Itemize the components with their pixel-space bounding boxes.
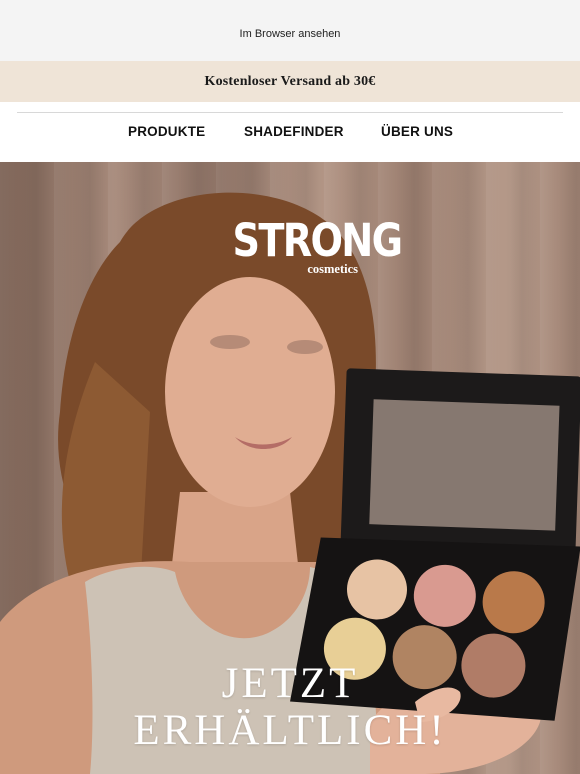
face <box>165 277 335 507</box>
nav-item-shadefinder[interactable]: SHADEFINDER <box>244 124 344 139</box>
hero-banner[interactable]: STRONG cosmetics JETZT ERHÄLTLICH! <box>0 162 580 774</box>
headline-line-2: ERHÄLTLICH! <box>133 707 447 754</box>
palette-mirror <box>369 399 560 531</box>
nav-item-ueber-uns[interactable]: ÜBER UNS <box>381 124 453 139</box>
brand-wordmark: STRONG <box>232 214 404 267</box>
headline-line-1: JETZT <box>221 660 359 707</box>
main-nav: PRODUKTE SHADEFINDER ÜBER UNS <box>0 102 580 162</box>
nav-divider <box>17 112 563 113</box>
right-eye <box>287 340 323 354</box>
view-in-browser-bar: Im Browser ansehen <box>0 0 580 61</box>
nav-item-produkte[interactable]: PRODUKTE <box>128 124 205 139</box>
brand-logo: STRONG cosmetics <box>222 214 404 277</box>
shipping-text: Kostenloser Versand ab 30€ <box>204 73 376 89</box>
left-eye <box>210 335 250 349</box>
view-in-browser-link[interactable]: Im Browser ansehen <box>240 28 341 40</box>
hero-headline: JETZT ERHÄLTLICH! <box>0 660 580 754</box>
shipping-banner: Kostenloser Versand ab 30€ <box>0 61 580 102</box>
